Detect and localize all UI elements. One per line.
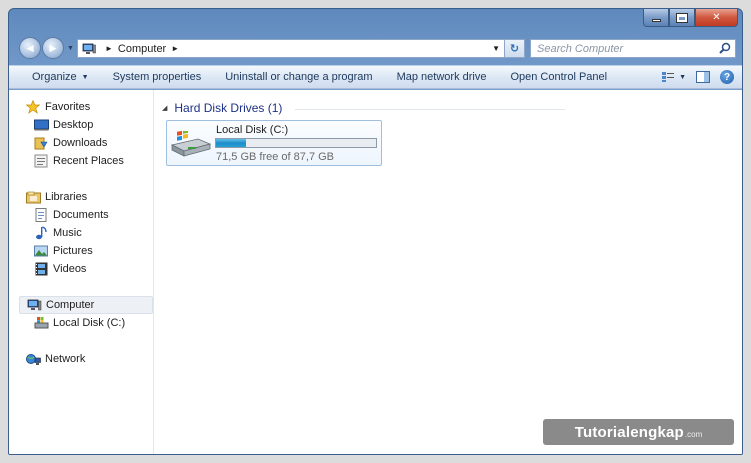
documents-icon: [33, 207, 49, 223]
group-divider: [295, 109, 565, 110]
system-properties-label: System properties: [112, 71, 202, 83]
sidebar-item-recent-places[interactable]: Recent Places: [33, 152, 124, 170]
forward-button[interactable]: ►: [42, 37, 64, 59]
sidebar-item-documents[interactable]: Documents: [33, 206, 109, 224]
view-dropdown-icon[interactable]: ▼: [679, 74, 686, 81]
help-icon: ?: [723, 71, 731, 83]
open-control-panel-label: Open Control Panel: [510, 71, 608, 83]
explorer-window: ✕ ◄ ► ▼ ► Computer ► ▼ ↻ Orga: [8, 8, 743, 455]
navigation-pane: Favorites Desktop Downloads Recent Place…: [9, 90, 154, 454]
organize-menu[interactable]: Organize ▼: [9, 71, 101, 83]
sidebar-item-downloads[interactable]: Downloads: [33, 134, 107, 152]
desktop-icon: [33, 117, 49, 133]
forward-arrow-icon: ►: [47, 41, 59, 55]
change-view-button[interactable]: [661, 71, 675, 83]
sidebar-item-local-disk[interactable]: Local Disk (C:): [33, 314, 125, 332]
back-arrow-icon: ◄: [24, 41, 36, 55]
sidebar-item-network[interactable]: Network: [25, 350, 85, 368]
map-network-drive-button[interactable]: Map network drive: [385, 71, 499, 83]
network-icon: [25, 351, 41, 367]
sidebar-item-label: Computer: [46, 299, 95, 311]
group-title: Hard Disk Drives (1): [174, 101, 283, 115]
sidebar-item-videos[interactable]: Videos: [33, 260, 86, 278]
sidebar-item-label: Network: [45, 353, 86, 365]
watermark-logo: Tutorialengkap .com: [543, 419, 734, 445]
window-controls: ✕: [643, 9, 738, 27]
sidebar-item-desktop[interactable]: Desktop: [33, 116, 93, 134]
breadcrumb-computer[interactable]: Computer: [118, 43, 166, 55]
maximize-button[interactable]: [669, 9, 695, 27]
search-input[interactable]: [531, 40, 711, 57]
close-icon: ✕: [712, 12, 721, 23]
navigation-bar: ◄ ► ▼ ► Computer ► ▼ ↻: [9, 35, 742, 61]
help-button[interactable]: ?: [720, 70, 734, 84]
drive-free-space: 71,5 GB free of 87,7 GB: [216, 151, 335, 163]
view-controls: ▼ ?: [661, 70, 734, 84]
sidebar-item-music[interactable]: Music: [33, 224, 82, 242]
sidebar-item-label: Documents: [53, 209, 109, 221]
command-bar: Organize ▼ System properties Uninstall or…: [9, 65, 742, 89]
collapse-triangle-icon[interactable]: ◢: [162, 104, 167, 112]
minimize-button[interactable]: [643, 9, 669, 27]
address-dropdown-icon[interactable]: ▼: [492, 44, 500, 53]
sidebar-item-label: Libraries: [45, 191, 88, 203]
videos-icon: [33, 261, 49, 277]
recent-pages-dropdown[interactable]: ▼: [67, 45, 74, 52]
sidebar-item-label: Favorites: [45, 101, 91, 113]
downloads-icon: [33, 135, 49, 151]
sidebar-item-libraries[interactable]: Libraries: [25, 188, 87, 206]
system-properties-button[interactable]: System properties: [101, 71, 214, 83]
drive-usage-fill: [216, 139, 246, 147]
minimize-icon: [651, 19, 661, 22]
map-network-drive-label: Map network drive: [396, 71, 487, 83]
back-button[interactable]: ◄: [19, 37, 41, 59]
libraries-icon: [25, 189, 41, 205]
watermark-suffix: .com: [684, 430, 703, 439]
refresh-button[interactable]: ↻: [504, 40, 524, 57]
computer-icon: [26, 297, 42, 313]
refresh-icon: ↻: [509, 43, 520, 55]
search-box[interactable]: [530, 39, 736, 58]
drive-usage-bar: [215, 138, 377, 148]
sidebar-item-pictures[interactable]: Pictures: [33, 242, 93, 260]
sidebar-item-label: Recent Places: [53, 155, 124, 167]
organize-label: Organize: [32, 71, 77, 83]
sidebar-item-label: Music: [53, 227, 82, 239]
uninstall-program-button[interactable]: Uninstall or change a program: [213, 71, 384, 83]
music-icon: [33, 225, 49, 241]
drive-tile-local-disk[interactable]: Local Disk (C:) 71,5 GB free of 87,7 GB: [166, 120, 382, 166]
sidebar-item-label: Videos: [53, 263, 87, 275]
drive-name: Local Disk (C:): [216, 124, 289, 136]
preview-pane-button[interactable]: [696, 71, 710, 83]
content-area: Favorites Desktop Downloads Recent Place…: [9, 90, 742, 454]
sidebar-item-label: Local Disk (C:): [53, 317, 126, 329]
sidebar-item-label: Pictures: [53, 245, 93, 257]
computer-icon: [82, 43, 96, 54]
star-icon: [25, 99, 41, 115]
group-header-hard-disk-drives[interactable]: ◢ Hard Disk Drives (1): [162, 101, 282, 115]
sidebar-item-computer[interactable]: Computer: [19, 296, 153, 314]
maximize-icon: [676, 12, 688, 23]
file-list-pane: ◢ Hard Disk Drives (1) Local Disk (C:) 7…: [155, 90, 742, 454]
uninstall-program-label: Uninstall or change a program: [225, 71, 373, 83]
breadcrumb-separator-icon[interactable]: ►: [171, 44, 179, 53]
watermark-brand: Tutorialengkap: [574, 423, 684, 441]
chevron-down-icon: ▼: [81, 73, 89, 81]
close-button[interactable]: ✕: [695, 9, 738, 27]
open-control-panel-button[interactable]: Open Control Panel: [498, 71, 619, 83]
hard-drive-icon: [33, 315, 49, 331]
sidebar-item-favorites[interactable]: Favorites: [25, 98, 90, 116]
hard-drive-icon: [170, 131, 212, 157]
sidebar-item-label: Desktop: [53, 119, 94, 131]
recent-places-icon: [33, 153, 49, 169]
address-bar[interactable]: ► Computer ► ▼ ↻: [77, 39, 525, 58]
sidebar-item-label: Downloads: [53, 137, 108, 149]
pictures-icon: [33, 243, 49, 259]
breadcrumb-separator-icon[interactable]: ►: [105, 44, 113, 53]
search-icon[interactable]: [719, 42, 731, 54]
view-list-icon: [662, 72, 675, 82]
